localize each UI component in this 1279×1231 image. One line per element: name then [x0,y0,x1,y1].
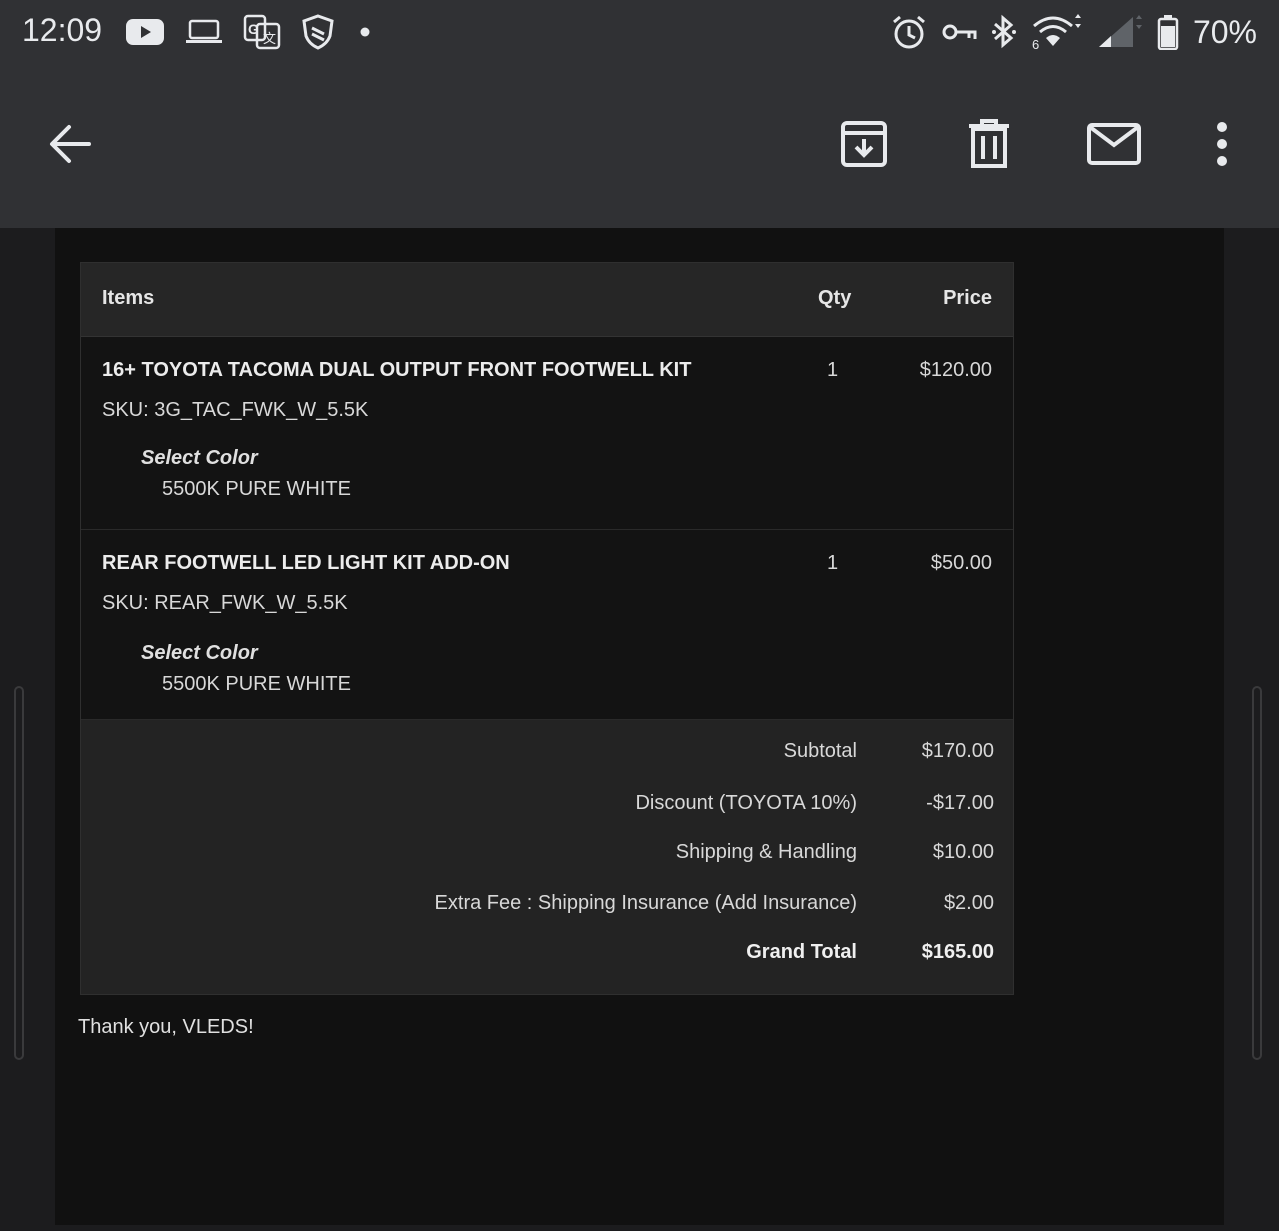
shipping-value: $10.00 [932,841,994,863]
wifi-standard-label: 6 [1032,37,1039,50]
battery-percent: 70% [1192,13,1257,50]
battery-icon [1157,14,1179,50]
bluetooth-icon [991,14,1017,50]
shipping-label: Shipping & Handling [675,841,857,863]
option-value: 5500K PURE WHITE [162,478,351,500]
extra-fee-value: $2.00 [943,892,994,914]
wifi-icon: 6 [1031,14,1083,50]
subtotal-row: Subtotal $170.00 [81,740,1015,768]
status-bar: 12:09 G文 6 70% [0,0,1279,64]
delete-icon [967,119,1011,169]
extra-fee-label: Extra Fee : Shipping Insurance (Add Insu… [434,892,857,914]
more-vert-icon [1214,121,1230,167]
item-sku: SKU: REAR_FWK_W_5.5K [102,592,348,614]
header-qty: Qty [818,287,852,309]
header-price: Price [943,287,992,309]
translate-icon: G文 [243,14,281,50]
discount-row: Discount (TOYOTA 10%) -$17.00 [81,792,1015,820]
subtotal-value: $170.00 [921,740,994,762]
item-qty: 1 [827,552,839,574]
order-table: Items Qty Price 16+ TOYOTA TACOMA DUAL O… [80,262,1014,995]
subtotal-label: Subtotal [783,740,857,762]
email-toolbar [0,64,1279,228]
shipping-row: Shipping & Handling $10.00 [81,841,1015,869]
svg-text:文: 文 [263,32,276,47]
more-options-button[interactable] [1192,114,1252,174]
delete-button[interactable] [959,114,1019,174]
discount-label: Discount (TOYOTA 10%) [635,792,857,814]
option-label: Select Color [141,642,258,664]
cell-signal-icon [1097,15,1143,49]
thank-you-text: Thank you, VLEDS! [78,1016,254,1038]
left-scroll-indicator [14,686,24,1060]
item-price: $50.00 [930,552,992,574]
mark-unread-button[interactable] [1084,114,1144,174]
archive-icon [839,119,889,169]
totals-section: Subtotal $170.00 Discount (TOYOTA 10%) -… [81,720,1013,994]
option-label: Select Color [141,447,258,469]
extra-fee-row: Extra Fee : Shipping Insurance (Add Insu… [81,892,1015,920]
back-button[interactable] [40,114,100,174]
mark-unread-icon [1086,122,1142,166]
alarm-icon [891,14,927,50]
vpn-key-icon [941,20,977,44]
right-scroll-indicator [1252,686,1262,1060]
shield-icon [301,14,335,50]
laptop-icon [185,19,223,45]
table-row: REAR FOOTWELL LED LIGHT KIT ADD-ON SKU: … [81,530,1013,720]
table-header: Items Qty Price [81,263,1013,337]
header-items: Items [102,287,155,309]
youtube-icon [125,17,165,47]
option-value: 5500K PURE WHITE [162,673,351,695]
item-name: REAR FOOTWELL LED LIGHT KIT ADD-ON [102,552,510,574]
discount-value: -$17.00 [926,792,994,814]
item-name: 16+ TOYOTA TACOMA DUAL OUTPUT FRONT FOOT… [102,359,692,381]
grand-total-value: $165.00 [921,941,994,963]
notification-dot-icon [355,22,375,42]
item-sku: SKU: 3G_TAC_FWK_W_5.5K [102,399,369,421]
item-price: $120.00 [919,359,992,381]
archive-button[interactable] [834,114,894,174]
svg-text:G: G [248,21,259,37]
grand-total-row: Grand Total $165.00 [81,941,1015,969]
clock: 12:09 [22,12,103,48]
grand-total-label: Grand Total [746,941,857,963]
back-arrow-icon [47,121,93,167]
table-row: 16+ TOYOTA TACOMA DUAL OUTPUT FRONT FOOT… [81,337,1013,530]
item-qty: 1 [827,359,839,381]
